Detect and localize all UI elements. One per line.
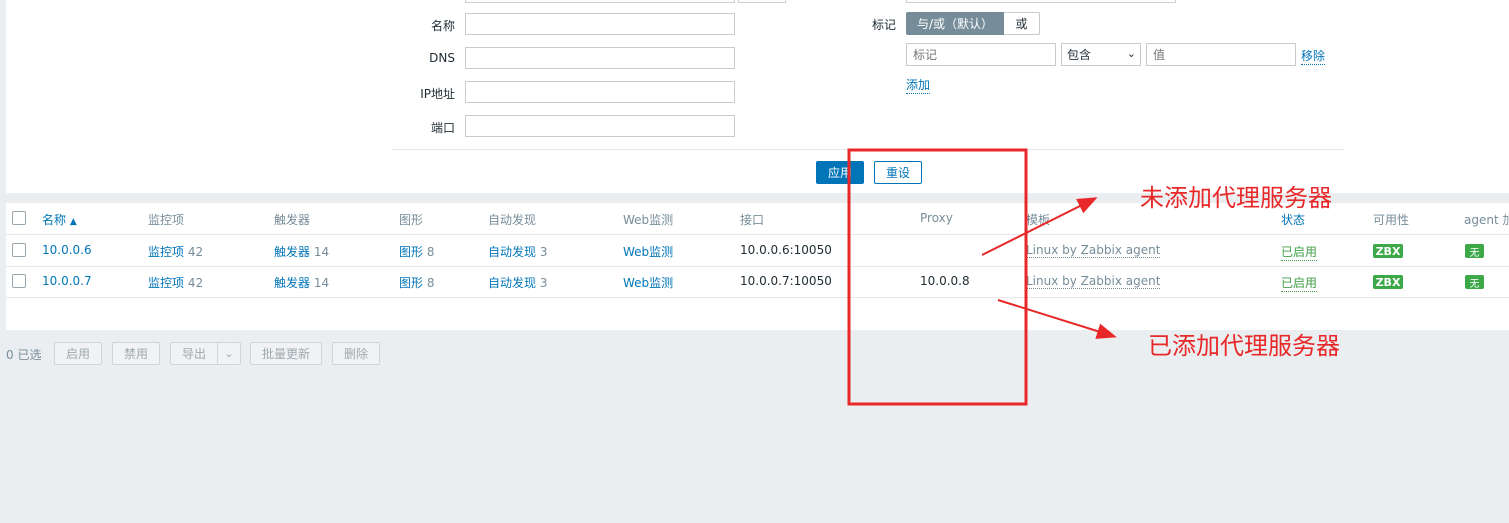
annotation-arrow-with-proxy bbox=[997, 299, 1117, 339]
annotation-overlay bbox=[847, 148, 1117, 406]
annotation-arrow-no-proxy bbox=[981, 197, 1098, 256]
annotation-no-proxy-text: 未添加代理服务器 bbox=[1140, 184, 1332, 212]
annotation-with-proxy-text: 已添加代理服务器 bbox=[1148, 332, 1340, 360]
proxy-column-highlight-box bbox=[847, 148, 1028, 406]
